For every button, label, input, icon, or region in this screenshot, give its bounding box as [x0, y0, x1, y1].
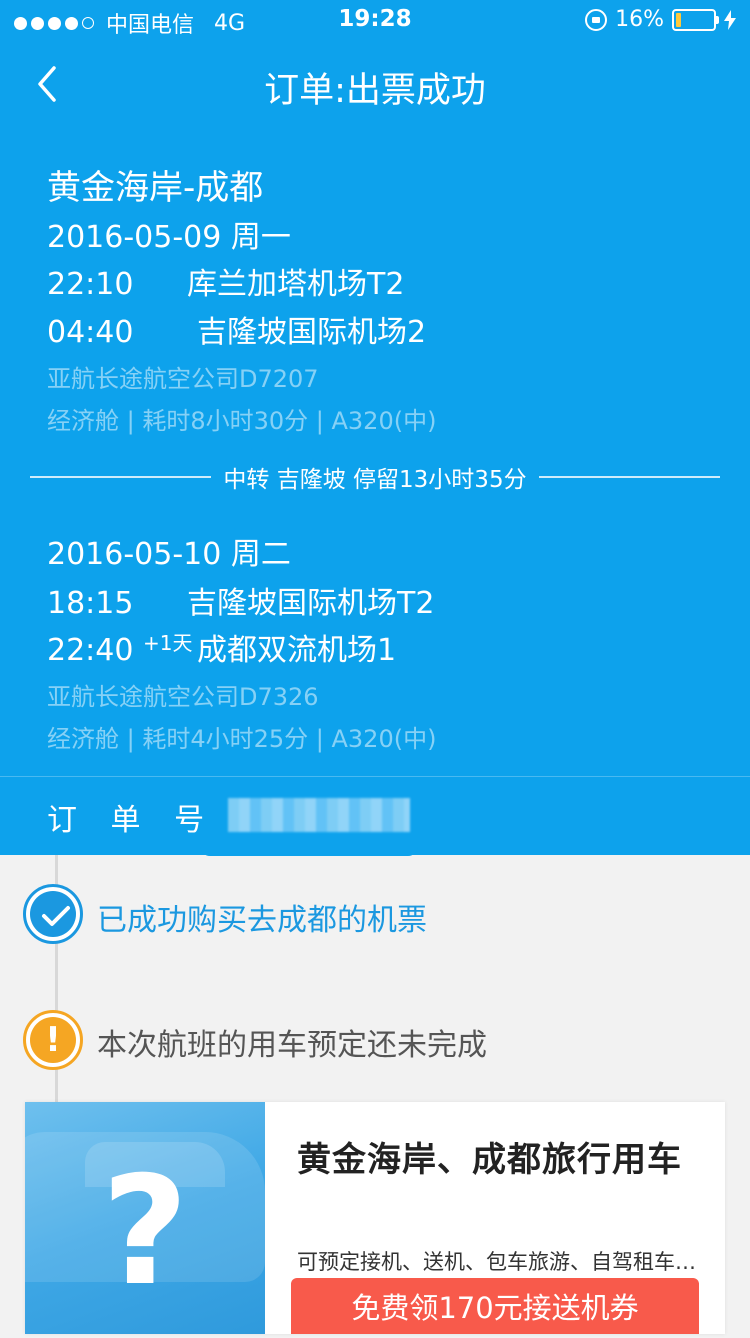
purchase-success-message: 已成功购买去成都的机票 [97, 903, 427, 938]
segment1-arr-airport: 吉隆坡国际机场2 [197, 315, 427, 350]
order-number-redacted [228, 798, 410, 832]
check-circle-icon [23, 884, 83, 944]
segment1-dep-airport: 库兰加塔机场T2 [187, 267, 405, 302]
exclamation-circle-icon: ! [23, 1010, 83, 1070]
order-number-label: 订 单 号 [47, 803, 217, 838]
segment2-arr-time: 22:40 [47, 633, 134, 668]
segment1-details: 经济舱 | 耗时8小时30分 | A320(中) [47, 407, 437, 435]
segment2-dep-time: 18:15 [47, 586, 134, 621]
promo-description: 可预定接机、送机、包车旅游、自驾租车等服务 [297, 1250, 707, 1274]
segment2-airline: 亚航长途航空公司D7326 [47, 683, 319, 711]
segment1-airline: 亚航长途航空公司D7207 [47, 365, 319, 393]
segment2-date: 2016-05-10 周二 [47, 537, 291, 572]
rotation-lock-icon [585, 8, 608, 31]
segment2-arr-airport: 成都双流机场1 [197, 633, 397, 668]
route-title: 黄金海岸-成都 [47, 168, 264, 208]
page-title: 订单:出票成功 [264, 71, 486, 111]
segment1-date: 2016-05-09 周一 [47, 220, 291, 255]
question-mark-icon: ? [101, 1145, 189, 1319]
car-image: ? [25, 1102, 265, 1334]
nav-bar: 订单:出票成功 [0, 40, 750, 128]
order-number-tab [200, 846, 418, 856]
car-rental-promo-card[interactable]: ? 黄金海岸、成都旅行用车 可预定接机、送机、包车旅游、自驾租车等服务 免费领1… [25, 1102, 725, 1334]
segment2-plus-day: +1天 [143, 631, 193, 655]
segment1-dep-time: 22:10 [47, 267, 134, 302]
segment2-details: 经济舱 | 耗时4小时25分 | A320(中) [47, 725, 437, 753]
segment2-dep-airport: 吉隆坡国际机场T2 [187, 586, 435, 621]
segment1-arrival: 04:40 吉隆坡国际机场2 [47, 307, 426, 351]
segment1-departure: 22:10 库兰加塔机场T2 [47, 259, 404, 303]
segment2-arrival: 22:40 +1天 成都双流机场1 [47, 625, 396, 669]
transfer-divider: 中转 吉隆坡 停留13小时35分 [30, 462, 720, 493]
battery-icon [672, 8, 719, 31]
segment1-arr-time: 04:40 [47, 315, 134, 350]
promo-title: 黄金海岸、成都旅行用车 [297, 1140, 682, 1180]
charging-icon [724, 9, 736, 30]
claim-coupon-button[interactable]: 免费领170元接送机券 [291, 1278, 699, 1334]
section-divider [0, 776, 750, 777]
status-bar: 中国电信 4G 19:28 16% [0, 0, 750, 40]
car-booking-warning: 本次航班的用车预定还未完成 [97, 1028, 487, 1063]
battery-percent: 16% [615, 7, 664, 32]
segment2-departure: 18:15 吉隆坡国际机场T2 [47, 578, 434, 622]
transfer-info: 中转 吉隆坡 停留13小时35分 [223, 467, 527, 493]
